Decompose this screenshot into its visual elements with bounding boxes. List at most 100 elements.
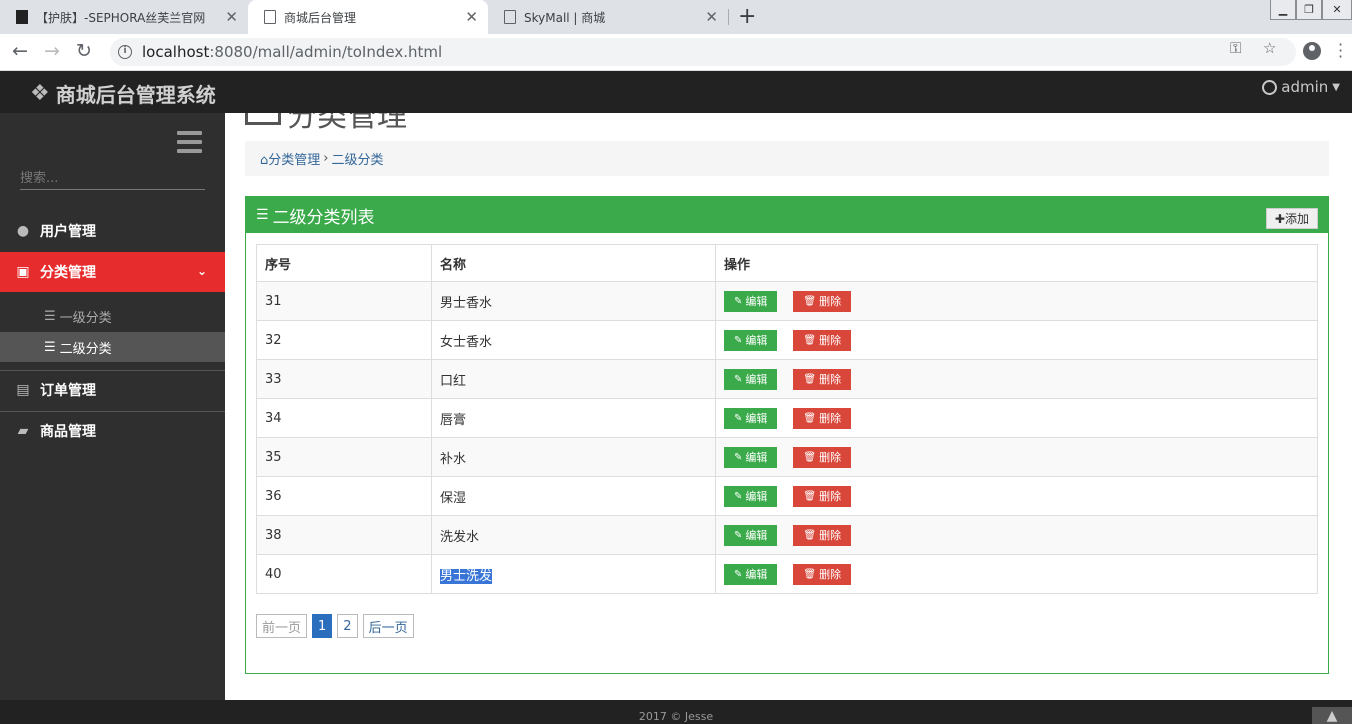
tab-close-icon[interactable]: ✕ xyxy=(225,8,238,26)
cell-name-text: 口红 xyxy=(440,373,467,389)
edit-button[interactable]: ✎ 编辑 xyxy=(724,485,778,507)
cell-actions: ✎ 编辑 🗑 删除 xyxy=(715,320,1318,360)
category-icon: ▣ xyxy=(16,264,30,280)
edit-button[interactable]: ✎ 编辑 xyxy=(724,563,778,585)
sidebar-item-orders[interactable]: ▤ 订单管理 xyxy=(0,370,225,410)
edit-icon: ✎ xyxy=(734,568,743,580)
page-2-button[interactable]: 2 xyxy=(337,614,358,638)
profile-avatar-icon[interactable] xyxy=(1303,42,1321,60)
cell-id: 36 xyxy=(256,476,432,516)
cell-name: 女士香水 xyxy=(431,320,716,360)
user-name: admin xyxy=(1281,78,1329,96)
back-to-top-icon[interactable]: ▲ xyxy=(1312,707,1352,724)
next-page-button[interactable]: 后一页 xyxy=(362,614,414,638)
sidebar-item-category[interactable]: ▣ 分类管理 ⌄ xyxy=(0,252,225,292)
edit-button[interactable]: ✎ 编辑 xyxy=(724,290,778,312)
key-icon[interactable]: ⚿ xyxy=(1230,39,1241,57)
delete-button[interactable]: 🗑 删除 xyxy=(793,563,852,585)
cell-id: 40 xyxy=(256,554,432,594)
edit-icon: ✎ xyxy=(734,412,743,424)
trash-icon: 🗑 xyxy=(803,295,817,307)
panel-header: ☰ 二级分类列表 ✚ 添加 xyxy=(246,197,1328,233)
window-close-icon[interactable]: ✕ xyxy=(1322,0,1352,20)
breadcrumb-category-link[interactable]: ⌂分类管理 xyxy=(260,149,320,168)
address-bar[interactable]: i localhost:8080/mall/admin/toIndex.html xyxy=(110,38,1296,66)
delete-button[interactable]: 🗑 删除 xyxy=(793,485,852,507)
sidebar-subitem-level1[interactable]: ☰ 一级分类 xyxy=(0,301,225,331)
cell-name: 保湿 xyxy=(431,476,716,516)
prev-page-button[interactable]: 前一页 xyxy=(256,614,308,638)
sidebar: ● 用户管理 ▣ 分类管理 ⌄ ☰ 一级分类 ☰ 二级分类 ▤ 订单管理 ▰ 商… xyxy=(0,113,225,700)
hamburger-menu-icon[interactable] xyxy=(177,131,202,158)
browser-toolbar: ← → ↻ i localhost:8080/mall/admin/toInde… xyxy=(0,34,1352,71)
browser-tab-skymall[interactable]: SkyMall | 商城 ✕ xyxy=(488,0,728,34)
add-button[interactable]: ✚ 添加 xyxy=(1265,208,1318,229)
user-menu[interactable]: admin ▼ xyxy=(1262,78,1340,96)
delete-button[interactable]: 🗑 删除 xyxy=(793,368,852,390)
restore-icon[interactable]: ❐ xyxy=(1296,0,1322,20)
edit-button[interactable]: ✎ 编辑 xyxy=(724,446,778,468)
cell-actions: ✎ 编辑 🗑 删除 xyxy=(715,476,1318,516)
sidebar-item-label: 用户管理 xyxy=(40,224,96,240)
app-brand[interactable]: ❖ 商城后台管理系统 xyxy=(30,79,216,108)
footer-text: 2017 © Jesse xyxy=(638,710,714,723)
tab-title: 【护肤】-SEPHORA丝芙兰官网 xyxy=(36,10,206,25)
table-row: 38 洗发水 ✎ 编辑 🗑 删除 xyxy=(256,515,1318,555)
reload-icon[interactable]: ↻ xyxy=(76,40,92,62)
bars-icon: ☰ xyxy=(256,207,269,223)
cell-name-text: 洗发水 xyxy=(440,529,480,545)
browser-tab-admin[interactable]: 商城后台管理 ✕ xyxy=(248,0,488,34)
delete-button[interactable]: 🗑 删除 xyxy=(793,446,852,468)
sidebar-item-products[interactable]: ▰ 商品管理 xyxy=(0,411,225,451)
trash-icon: 🗑 xyxy=(803,334,817,346)
subcategory-panel: ☰ 二级分类列表 ✚ 添加 序号 名称 操作 31 男士香水 ✎ 编辑 🗑 删除 32 女士香水… xyxy=(245,196,1329,674)
table-row: 35 补水 ✎ 编辑 🗑 删除 xyxy=(256,437,1318,477)
tab-title: SkyMall | 商城 xyxy=(524,10,606,25)
address-url: localhost:8080/mall/admin/toIndex.html xyxy=(142,43,443,61)
delete-button[interactable]: 🗑 删除 xyxy=(793,407,852,429)
delete-button[interactable]: 🗑 删除 xyxy=(793,290,852,312)
user-circle-icon: ● xyxy=(16,223,30,239)
browser-tab-sephora[interactable]: 【护肤】-SEPHORA丝芙兰官网 ✕ xyxy=(0,0,248,34)
table-row: 40 男士洗发 ✎ 编辑 🗑 删除 xyxy=(256,554,1318,594)
edit-button[interactable]: ✎ 编辑 xyxy=(724,407,778,429)
breadcrumb-level2-link[interactable]: 二级分类 xyxy=(331,149,383,168)
edit-button[interactable]: ✎ 编辑 xyxy=(724,368,778,390)
cell-name: 洗发水 xyxy=(431,515,716,555)
sidebar-subitem-level2[interactable]: ☰ 二级分类 xyxy=(0,332,225,362)
shopping-bag-icon: ▰ xyxy=(17,423,29,439)
tab-close-icon[interactable]: ✕ xyxy=(465,8,478,26)
cell-name-text: 唇膏 xyxy=(440,412,467,428)
trash-icon: 🗑 xyxy=(803,451,817,463)
cell-id: 38 xyxy=(256,515,432,555)
app-header: ❖ 商城后台管理系统 admin ▼ xyxy=(0,71,1352,113)
bookmark-star-icon[interactable]: ☆ xyxy=(1263,39,1276,57)
sidebar-item-label: 商品管理 xyxy=(40,424,96,440)
table-row: 32 女士香水 ✎ 编辑 🗑 删除 xyxy=(256,320,1318,360)
new-tab-plus-icon[interactable]: + xyxy=(738,4,756,29)
table-row: 31 男士香水 ✎ 编辑 🗑 删除 xyxy=(256,281,1318,321)
forward-arrow-icon[interactable]: → xyxy=(44,40,60,62)
cell-id: 31 xyxy=(256,281,432,321)
edit-button[interactable]: ✎ 编辑 xyxy=(724,524,778,546)
page-1-button[interactable]: 1 xyxy=(312,614,333,638)
sidebar-item-users[interactable]: ● 用户管理 xyxy=(0,211,225,251)
edit-button[interactable]: ✎ 编辑 xyxy=(724,329,778,351)
back-arrow-icon[interactable]: ← xyxy=(12,40,28,62)
cell-actions: ✎ 编辑 🗑 删除 xyxy=(715,398,1318,438)
cell-actions: ✎ 编辑 🗑 删除 xyxy=(715,515,1318,555)
tab-separator xyxy=(728,9,729,25)
cubes-logo-icon: ❖ xyxy=(30,81,50,106)
delete-button[interactable]: 🗑 删除 xyxy=(793,524,852,546)
site-info-icon[interactable]: i xyxy=(118,45,132,59)
delete-button[interactable]: 🗑 删除 xyxy=(793,329,852,351)
brand-title: 商城后台管理系统 xyxy=(55,83,216,107)
minimize-icon[interactable]: ▁ xyxy=(1270,0,1296,20)
cell-id: 33 xyxy=(256,359,432,399)
edit-icon: ✎ xyxy=(734,451,743,463)
edit-icon: ✎ xyxy=(734,295,743,307)
browser-menu-icon[interactable]: · · · xyxy=(1338,37,1343,65)
breadcrumb-separator: › xyxy=(323,151,329,166)
sidebar-search-input[interactable] xyxy=(20,168,205,190)
tab-close-icon[interactable]: ✕ xyxy=(705,8,718,26)
